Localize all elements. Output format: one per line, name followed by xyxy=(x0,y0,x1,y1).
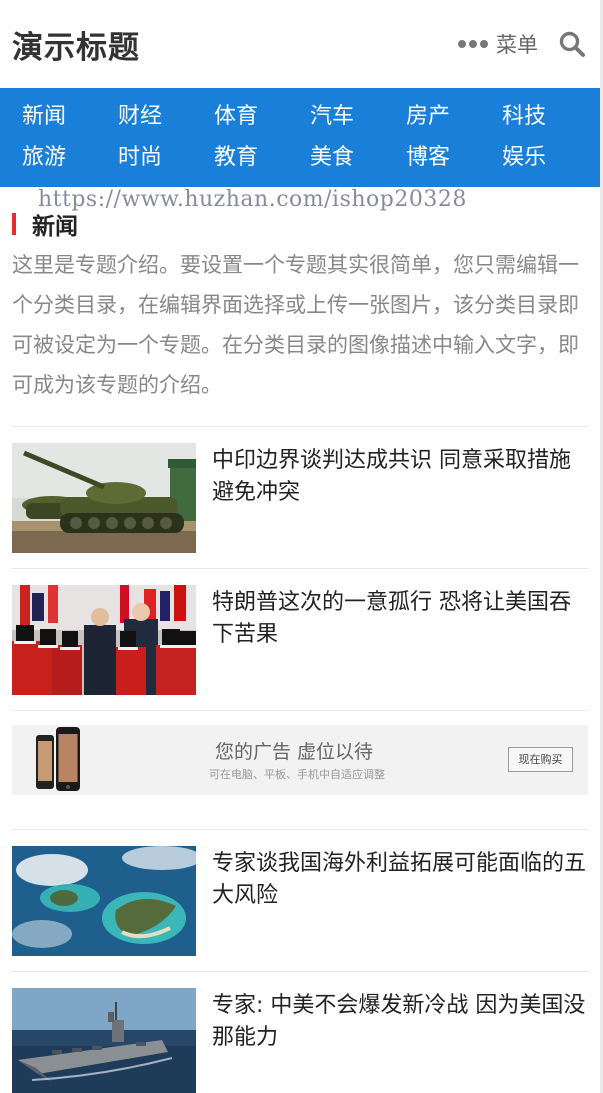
article-title[interactable]: 特朗普这次的一意孤行 恐将让美国吞下苦果 xyxy=(212,585,588,710)
ad-row: 您的广告 虚位以待 可在电脑、平板、手机中自适应调整 现在购买 xyxy=(12,710,588,829)
section-intro: 这里是专题介绍。要设置一个专题其实很简单，您只需编辑一个分类目录，在编辑界面选择… xyxy=(12,253,579,397)
nav-item[interactable]: 汽车 xyxy=(310,96,406,137)
article-list: 中印边界谈判达成共识 同意采取措施避免冲突 特朗普这次的一意孤行 恐将让美国吞下… xyxy=(12,426,588,1093)
menu-button[interactable]: 菜单 xyxy=(458,29,538,59)
article-item[interactable]: 中印边界谈判达成共识 同意采取措施避免冲突 xyxy=(12,426,588,568)
article-item[interactable]: 专家谈我国海外利益拓展可能面临的五大风险 xyxy=(12,829,588,971)
nav-item[interactable]: 财经 xyxy=(118,96,214,137)
topic-section: 新闻 这里是专题介绍。要设置一个专题其实很简单，您只需编辑一个分类目录，在编辑界… xyxy=(12,203,588,405)
nav-item[interactable]: 美食 xyxy=(310,137,406,178)
nav-item[interactable]: 教育 xyxy=(214,137,310,178)
ad-headline: 您的广告 虚位以待 xyxy=(215,741,374,763)
article-item[interactable]: 特朗普这次的一意孤行 恐将让美国吞下苦果 xyxy=(12,568,588,710)
article-thumbnail-island[interactable] xyxy=(12,846,196,956)
page: 演示标题 菜单 新闻 财经 体育 汽车 房产 科技 旅游 时尚 教育 美食 博客 娱乐 https:/… xyxy=(0,0,600,1093)
article-thumbnail-ceremony[interactable] xyxy=(12,585,196,695)
category-nav: 新闻 财经 体育 汽车 房产 科技 旅游 时尚 教育 美食 博客 娱乐 https://www.huz… xyxy=(0,88,600,212)
more-dots-icon xyxy=(458,40,488,48)
buy-now-button[interactable]: 现在购买 xyxy=(508,747,573,772)
article-item[interactable]: 专家: 中美不会爆发新冷战 因为美国没那能力 xyxy=(12,971,588,1093)
article-thumbnail-tank[interactable] xyxy=(12,443,196,553)
header: 演示标题 菜单 xyxy=(0,0,600,88)
nav-item[interactable]: 科技 xyxy=(502,96,598,137)
section-heading: 新闻 xyxy=(12,203,588,245)
article-title[interactable]: 中印边界谈判达成共识 同意采取措施避免冲突 xyxy=(212,443,588,568)
nav-item[interactable]: 体育 xyxy=(214,96,310,137)
nav-item[interactable]: 时尚 xyxy=(118,137,214,178)
menu-label: 菜单 xyxy=(496,33,538,57)
section-title: 新闻 xyxy=(32,214,78,240)
nav-item[interactable]: 娱乐 xyxy=(502,137,598,178)
nav-item[interactable]: 新闻 xyxy=(22,96,118,137)
section-accent-bar xyxy=(12,213,16,235)
phones-icon xyxy=(36,727,80,791)
site-title[interactable]: 演示标题 xyxy=(12,22,140,67)
header-actions: 菜单 xyxy=(458,29,586,59)
article-title[interactable]: 专家: 中美不会爆发新冷战 因为美国没那能力 xyxy=(212,988,588,1093)
article-thumbnail-ship[interactable] xyxy=(12,988,196,1093)
article-title[interactable]: 专家谈我国海外利益拓展可能面临的五大风险 xyxy=(212,846,588,971)
search-icon[interactable] xyxy=(558,30,586,58)
ad-subtext: 可在电脑、平板、手机中自适应调整 xyxy=(209,768,385,781)
nav-item[interactable]: 博客 xyxy=(406,137,502,178)
nav-item[interactable]: 旅游 xyxy=(22,137,118,178)
ad-banner[interactable]: 您的广告 虚位以待 可在电脑、平板、手机中自适应调整 现在购买 xyxy=(12,725,588,795)
nav-item[interactable]: 房产 xyxy=(406,96,502,137)
